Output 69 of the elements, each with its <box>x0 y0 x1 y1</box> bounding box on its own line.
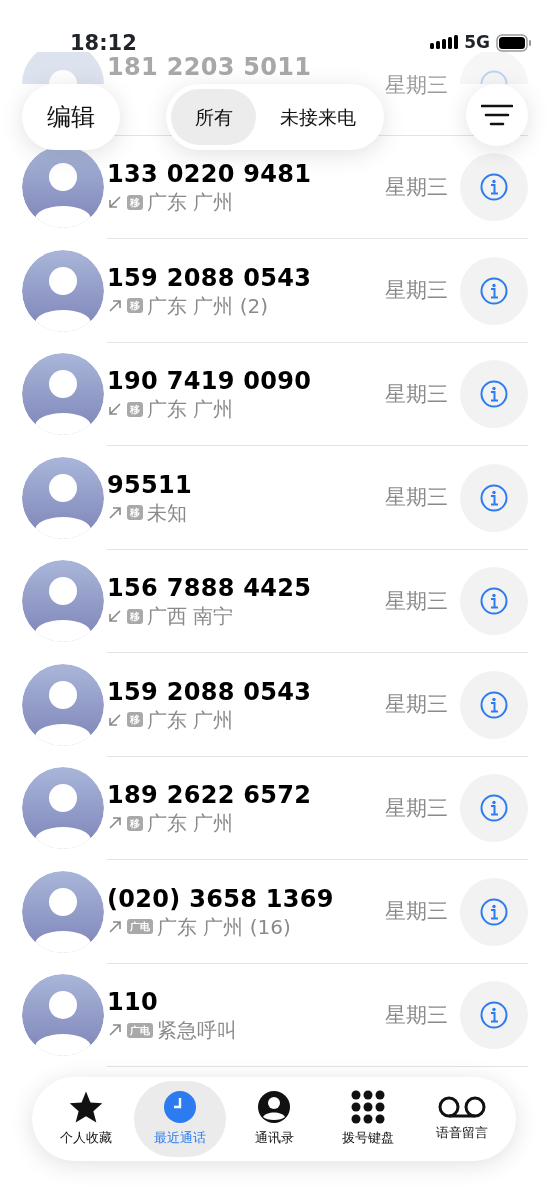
avatar-icon <box>22 456 104 539</box>
carrier-tag: 移 <box>127 712 143 728</box>
call-location: 紧急呼叫 <box>157 1017 237 1044</box>
phone-number: 133 0220 9481 <box>107 159 313 190</box>
avatar-icon <box>22 663 104 746</box>
battery-icon <box>496 33 532 52</box>
keypad-icon <box>350 1090 386 1125</box>
tab-bar-item[interactable]: 个人收藏 <box>40 1081 132 1157</box>
phone-number: (020) 3658 1369 <box>107 883 335 914</box>
carrier-tag: 广电 <box>127 919 153 935</box>
outgoing-arrow-icon <box>107 297 123 314</box>
network-type: 5G <box>464 31 490 54</box>
call-day: 星期三 <box>385 482 448 514</box>
call-location: 广东 广州 (2) <box>147 292 269 319</box>
outgoing-arrow-icon <box>107 504 123 521</box>
call-location: 广东 广州 <box>147 189 234 216</box>
call-day: 星期三 <box>385 171 448 203</box>
incoming-arrow-icon <box>107 608 123 625</box>
incoming-arrow-icon <box>107 194 123 211</box>
clock-icon <box>163 1090 197 1125</box>
avatar-icon <box>22 560 104 643</box>
avatar-icon <box>22 974 104 1057</box>
call-location: 广东 广州 (16) <box>157 913 291 940</box>
call-location: 未知 <box>147 499 187 526</box>
call-location: 广东 广州 <box>147 810 234 837</box>
avatar-icon <box>22 870 104 953</box>
phone-number: 189 2622 6572 <box>107 780 313 811</box>
phone-number: 159 2088 0543 <box>107 262 313 293</box>
tab-bar-item[interactable]: 拨号键盘 <box>322 1081 414 1157</box>
call-day: 星期三 <box>385 585 448 617</box>
phone-number: 159 2088 0543 <box>107 676 313 707</box>
call-location: 广西 南宁 <box>147 603 234 630</box>
person-icon <box>257 1090 291 1125</box>
call-day: 星期三 <box>385 689 448 721</box>
carrier-tag: 移 <box>127 815 143 831</box>
avatar-icon <box>22 767 104 850</box>
incoming-arrow-icon <box>107 401 123 418</box>
call-day: 星期三 <box>385 792 448 824</box>
carrier-tag: 移 <box>127 608 143 624</box>
tab-bar-item[interactable]: 最近通话 <box>134 1081 226 1157</box>
carrier-tag: 移 <box>127 401 143 417</box>
call-day: 星期三 <box>385 896 448 928</box>
carrier-tag: 移 <box>127 194 143 210</box>
avatar-icon <box>22 353 104 436</box>
filter-tab[interactable]: 所有 <box>171 89 256 145</box>
carrier-tag: 移 <box>127 505 143 521</box>
filter-tab[interactable]: 未接来电 <box>256 89 379 145</box>
voicemail-icon <box>438 1095 486 1120</box>
incoming-arrow-icon <box>107 711 123 728</box>
phone-number: 190 7419 0090 <box>107 366 313 397</box>
phone-number: 95511 <box>107 469 193 500</box>
avatar-icon <box>22 249 104 332</box>
avatar-icon <box>22 52 104 84</box>
edit-button[interactable]: 编辑 <box>22 84 120 150</box>
phone-number: 110 <box>107 987 159 1018</box>
carrier-tag: 广电 <box>127 1022 153 1038</box>
call-location: 广东 广州 <box>147 706 234 733</box>
signal-icon <box>430 34 459 51</box>
tab-bar-item[interactable]: 通讯录 <box>228 1081 320 1157</box>
star-icon <box>68 1090 104 1125</box>
call-day: 星期三 <box>385 378 448 410</box>
call-day: 星期三 <box>385 275 448 307</box>
call-day: 星期三 <box>385 999 448 1031</box>
call-day: 星期三 <box>385 70 448 102</box>
phone-number: 156 7888 4425 <box>107 573 313 604</box>
carrier-tag: 移 <box>127 298 143 314</box>
tab-bar-item[interactable]: 语音留言 <box>416 1081 508 1157</box>
outgoing-arrow-icon <box>107 918 123 935</box>
call-location: 广东 广州 <box>147 396 234 423</box>
